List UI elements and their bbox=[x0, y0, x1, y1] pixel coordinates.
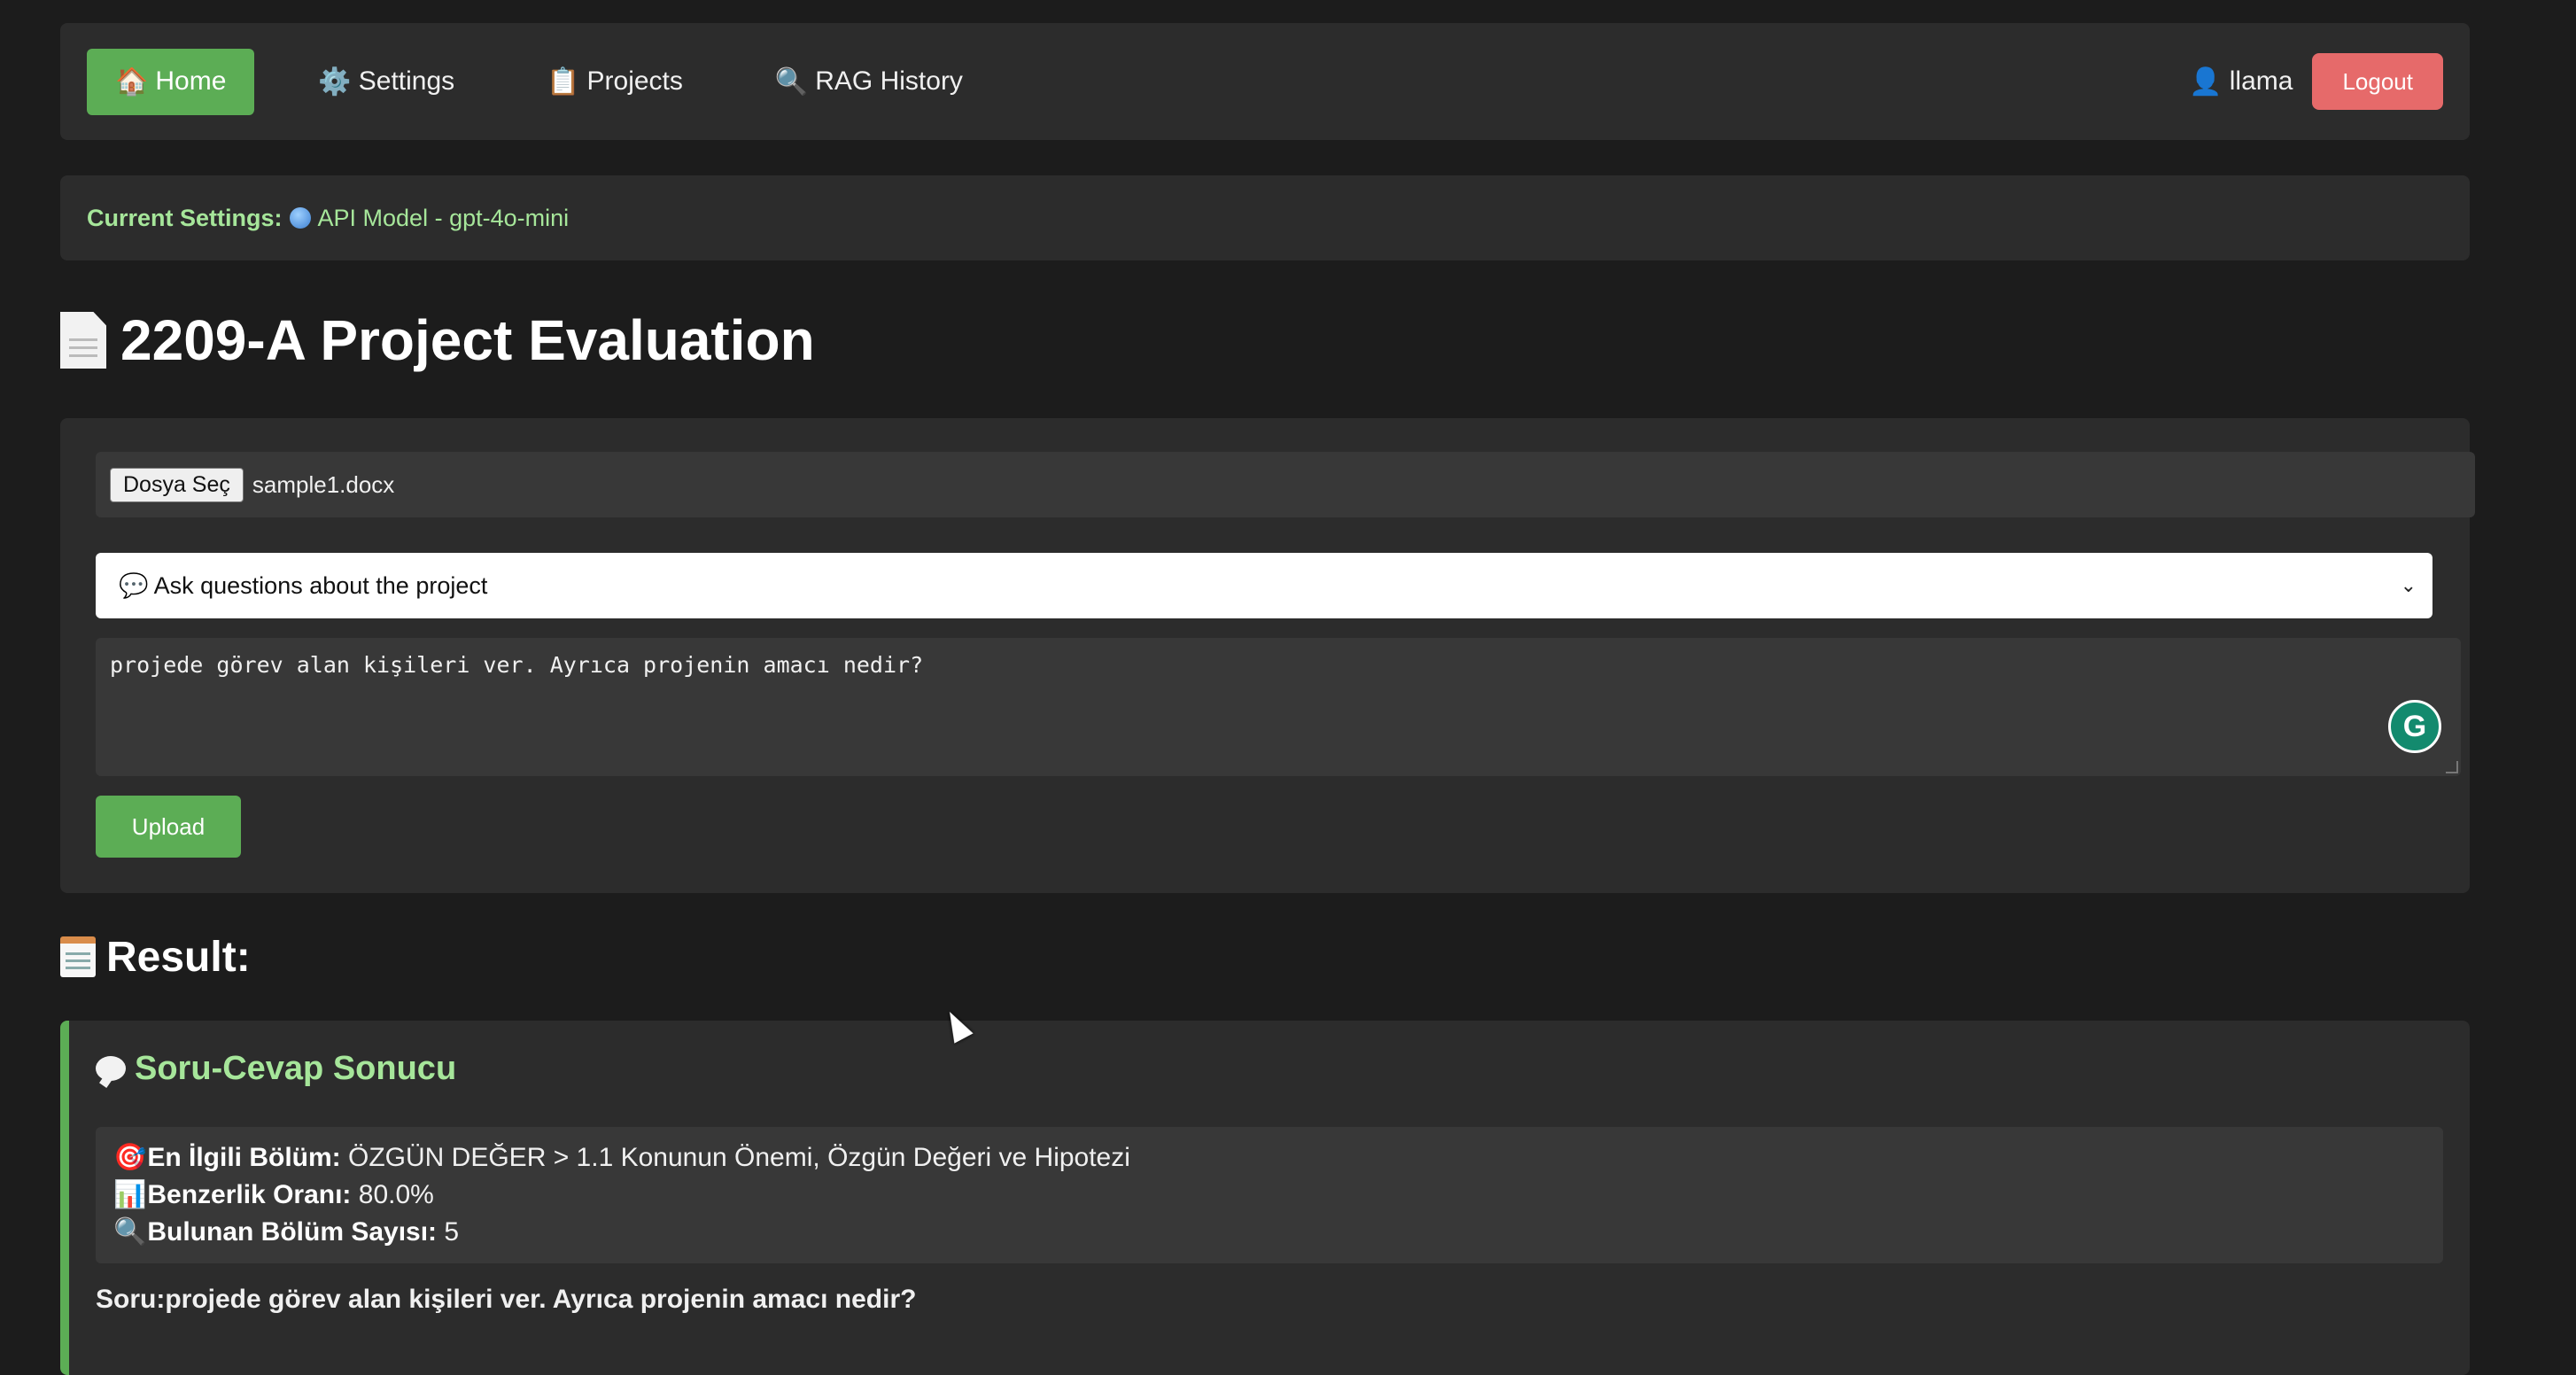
chevron-down-icon: ⌄ bbox=[2400, 574, 2417, 596]
current-settings-value: API Model - gpt-4o-mini bbox=[317, 204, 570, 231]
upload-button[interactable]: Upload bbox=[96, 796, 241, 858]
mode-select-value: 💬 Ask questions about the project bbox=[119, 571, 2401, 600]
memo-icon bbox=[60, 936, 96, 977]
selected-file-name: sample1.docx bbox=[252, 470, 395, 498]
question-textarea-value: projede görev alan kişileri ver. Ayrıca … bbox=[110, 652, 924, 678]
magnifier-icon: 🔍 bbox=[113, 1217, 147, 1247]
username: llama bbox=[2229, 66, 2293, 96]
result-heading-text: Result: bbox=[106, 933, 251, 981]
nav-settings-link[interactable]: ⚙️ Settings bbox=[290, 49, 483, 115]
user-icon: 👤 bbox=[2189, 66, 2223, 97]
detail-label: Bulunan Bölüm Sayısı: bbox=[147, 1217, 438, 1247]
detail-label: En İlgili Bölüm: bbox=[147, 1143, 341, 1172]
detail-row-similarity: 📊 Benzerlik Oranı: 80.0% bbox=[113, 1177, 2425, 1214]
bar-chart-icon: 📊 bbox=[113, 1180, 147, 1209]
nav-projects-link[interactable]: 📋 Projects bbox=[518, 49, 711, 115]
result-card-title-text: Soru-Cevap Sonucu bbox=[135, 1049, 457, 1087]
speech-bubble-icon bbox=[96, 1056, 126, 1081]
document-icon bbox=[60, 312, 106, 369]
top-navbar: 🏠 Home ⚙️ Settings 📋 Projects 🔍 RAG Hist… bbox=[60, 23, 2470, 140]
page-title-text: 2209-A Project Evaluation bbox=[120, 308, 815, 372]
result-card: Soru-Cevap Sonucu 🎯 En İlgili Bölüm: ÖZG… bbox=[60, 1021, 2470, 1375]
clipboard-icon: 📋 bbox=[547, 66, 580, 97]
file-input-row: Dosya Seç sample1.docx bbox=[96, 452, 2475, 517]
question-textarea[interactable]: projede görev alan kişileri ver. Ayrıca … bbox=[96, 638, 2461, 776]
nav-home-link[interactable]: 🏠 Home bbox=[87, 48, 255, 115]
detail-row-section: 🎯 En İlgili Bölüm: ÖZGÜN DEĞER > 1.1 Kon… bbox=[113, 1139, 2425, 1177]
nav-settings-label: Settings bbox=[358, 66, 455, 96]
detail-row-count: 🔍 Bulunan Bölüm Sayısı: 5 bbox=[113, 1214, 2425, 1251]
evaluation-form: Dosya Seç sample1.docx 💬 Ask questions a… bbox=[60, 418, 2475, 893]
magnifier-icon: 🔍 bbox=[774, 66, 809, 97]
current-settings-label: Current Settings: bbox=[87, 204, 283, 231]
page-title: 2209-A Project Evaluation bbox=[60, 303, 2470, 377]
nav-rag-history-label: RAG History bbox=[815, 66, 963, 96]
detail-value: ÖZGÜN DEĞER > 1.1 Konunun Önemi, Özgün D… bbox=[348, 1143, 1130, 1172]
gear-icon: ⚙️ bbox=[318, 66, 352, 97]
mode-select-text: Ask questions about the project bbox=[153, 571, 488, 599]
user-indicator: 👤 llama bbox=[2189, 66, 2293, 97]
globe-icon bbox=[289, 207, 311, 229]
resize-handle[interactable] bbox=[2446, 761, 2458, 773]
target-icon: 🎯 bbox=[113, 1143, 147, 1172]
result-question-line: Soru:projede görev alan kişileri ver. Ay… bbox=[96, 1285, 917, 1314]
nav-home-label: Home bbox=[155, 66, 227, 96]
detail-value: 5 bbox=[444, 1217, 460, 1247]
mode-select[interactable]: 💬 Ask questions about the project ⌄ bbox=[96, 553, 2432, 618]
result-card-title: Soru-Cevap Sonucu bbox=[96, 1045, 2443, 1091]
nav-rag-history-link[interactable]: 🔍 RAG History bbox=[747, 49, 991, 115]
house-icon: 🏠 bbox=[115, 66, 149, 97]
result-details: 🎯 En İlgili Bölüm: ÖZGÜN DEĞER > 1.1 Kon… bbox=[96, 1127, 2443, 1263]
logout-button[interactable]: Logout bbox=[2312, 53, 2443, 110]
speech-bubble-icon: 💬 bbox=[119, 572, 149, 599]
nav-projects-label: Projects bbox=[586, 66, 683, 96]
detail-value: 80.0% bbox=[358, 1180, 434, 1209]
detail-label: Benzerlik Oranı: bbox=[147, 1180, 352, 1209]
result-heading: Result: bbox=[60, 930, 2470, 983]
grammarly-icon[interactable]: G bbox=[2388, 700, 2441, 753]
choose-file-button[interactable]: Dosya Seç bbox=[110, 467, 244, 502]
current-settings-bar: Current Settings: API Model - gpt-4o-min… bbox=[60, 175, 2470, 260]
